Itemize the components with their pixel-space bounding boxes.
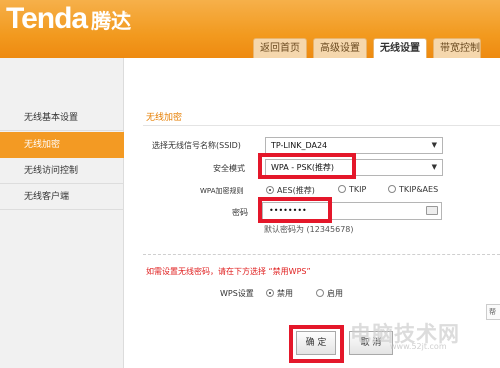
cipher-aes-radio[interactable]: AES(推荐) — [266, 185, 315, 196]
sidebar-item-encryption[interactable]: 无线加密 — [0, 132, 124, 158]
help-button[interactable]: 帮 — [486, 304, 500, 320]
sidebar: 无线基本设置 无线加密 无线访问控制 无线客户端 — [0, 58, 124, 368]
chevron-down-icon: ▼ — [431, 141, 437, 149]
chevron-down-icon: ▼ — [431, 163, 437, 171]
section-title: 无线加密 — [146, 113, 183, 123]
security-mode-label: 安全模式 — [213, 164, 245, 173]
wps-enable-radio[interactable]: 启用 — [316, 288, 343, 299]
highlight-box — [289, 325, 344, 363]
cipher-tkipaes-radio[interactable]: TKIP&AES — [388, 185, 438, 194]
registered-mark-icon: ® — [123, 12, 128, 18]
cipher-tkip-radio[interactable]: TKIP — [338, 185, 366, 194]
radio-icon — [338, 185, 346, 193]
tab-home[interactable]: 返回首页 — [253, 38, 307, 58]
header-bar: Tenda 腾达 ® 返回首页 高级设置 无线设置 带宽控制 — [0, 0, 500, 58]
wps-label: WPS设置 — [220, 289, 254, 298]
radio-selected-icon — [266, 186, 274, 194]
highlight-box — [258, 153, 356, 179]
sidebar-item-access-control[interactable]: 无线访问控制 — [0, 158, 124, 184]
wps-warning: 如需设置无线密码，请在下方选择 “禁用WPS” — [146, 267, 311, 276]
keyboard-icon[interactable] — [426, 206, 438, 215]
cipher-label: WPA加密规则 — [200, 187, 244, 195]
tab-wireless[interactable]: 无线设置 — [373, 38, 427, 58]
sidebar-item-clients[interactable]: 无线客户端 — [0, 184, 124, 210]
ssid-select[interactable]: TP-LINK_DA24 ▼ — [265, 137, 443, 154]
highlight-box — [258, 197, 332, 223]
sidebar-item-basic[interactable]: 无线基本设置 — [0, 105, 124, 131]
watermark-url: www.52jt.com — [390, 342, 447, 351]
radio-icon — [316, 289, 324, 297]
password-label: 密码 — [232, 208, 248, 217]
divider — [143, 254, 500, 255]
radio-selected-icon — [266, 289, 274, 297]
tab-bandwidth[interactable]: 带宽控制 — [433, 38, 481, 58]
ssid-label: 选择无线信号名称(SSID) — [152, 141, 241, 150]
divider — [143, 125, 500, 126]
tab-advanced[interactable]: 高级设置 — [313, 38, 367, 58]
default-password-hint: 默认密码为 (12345678) — [264, 225, 354, 234]
tenda-logo: Tenda 腾达 — [6, 2, 132, 35]
wps-disable-radio[interactable]: 禁用 — [266, 288, 293, 299]
radio-icon — [388, 185, 396, 193]
top-tabs: 返回首页 高级设置 无线设置 带宽控制 — [253, 38, 487, 58]
